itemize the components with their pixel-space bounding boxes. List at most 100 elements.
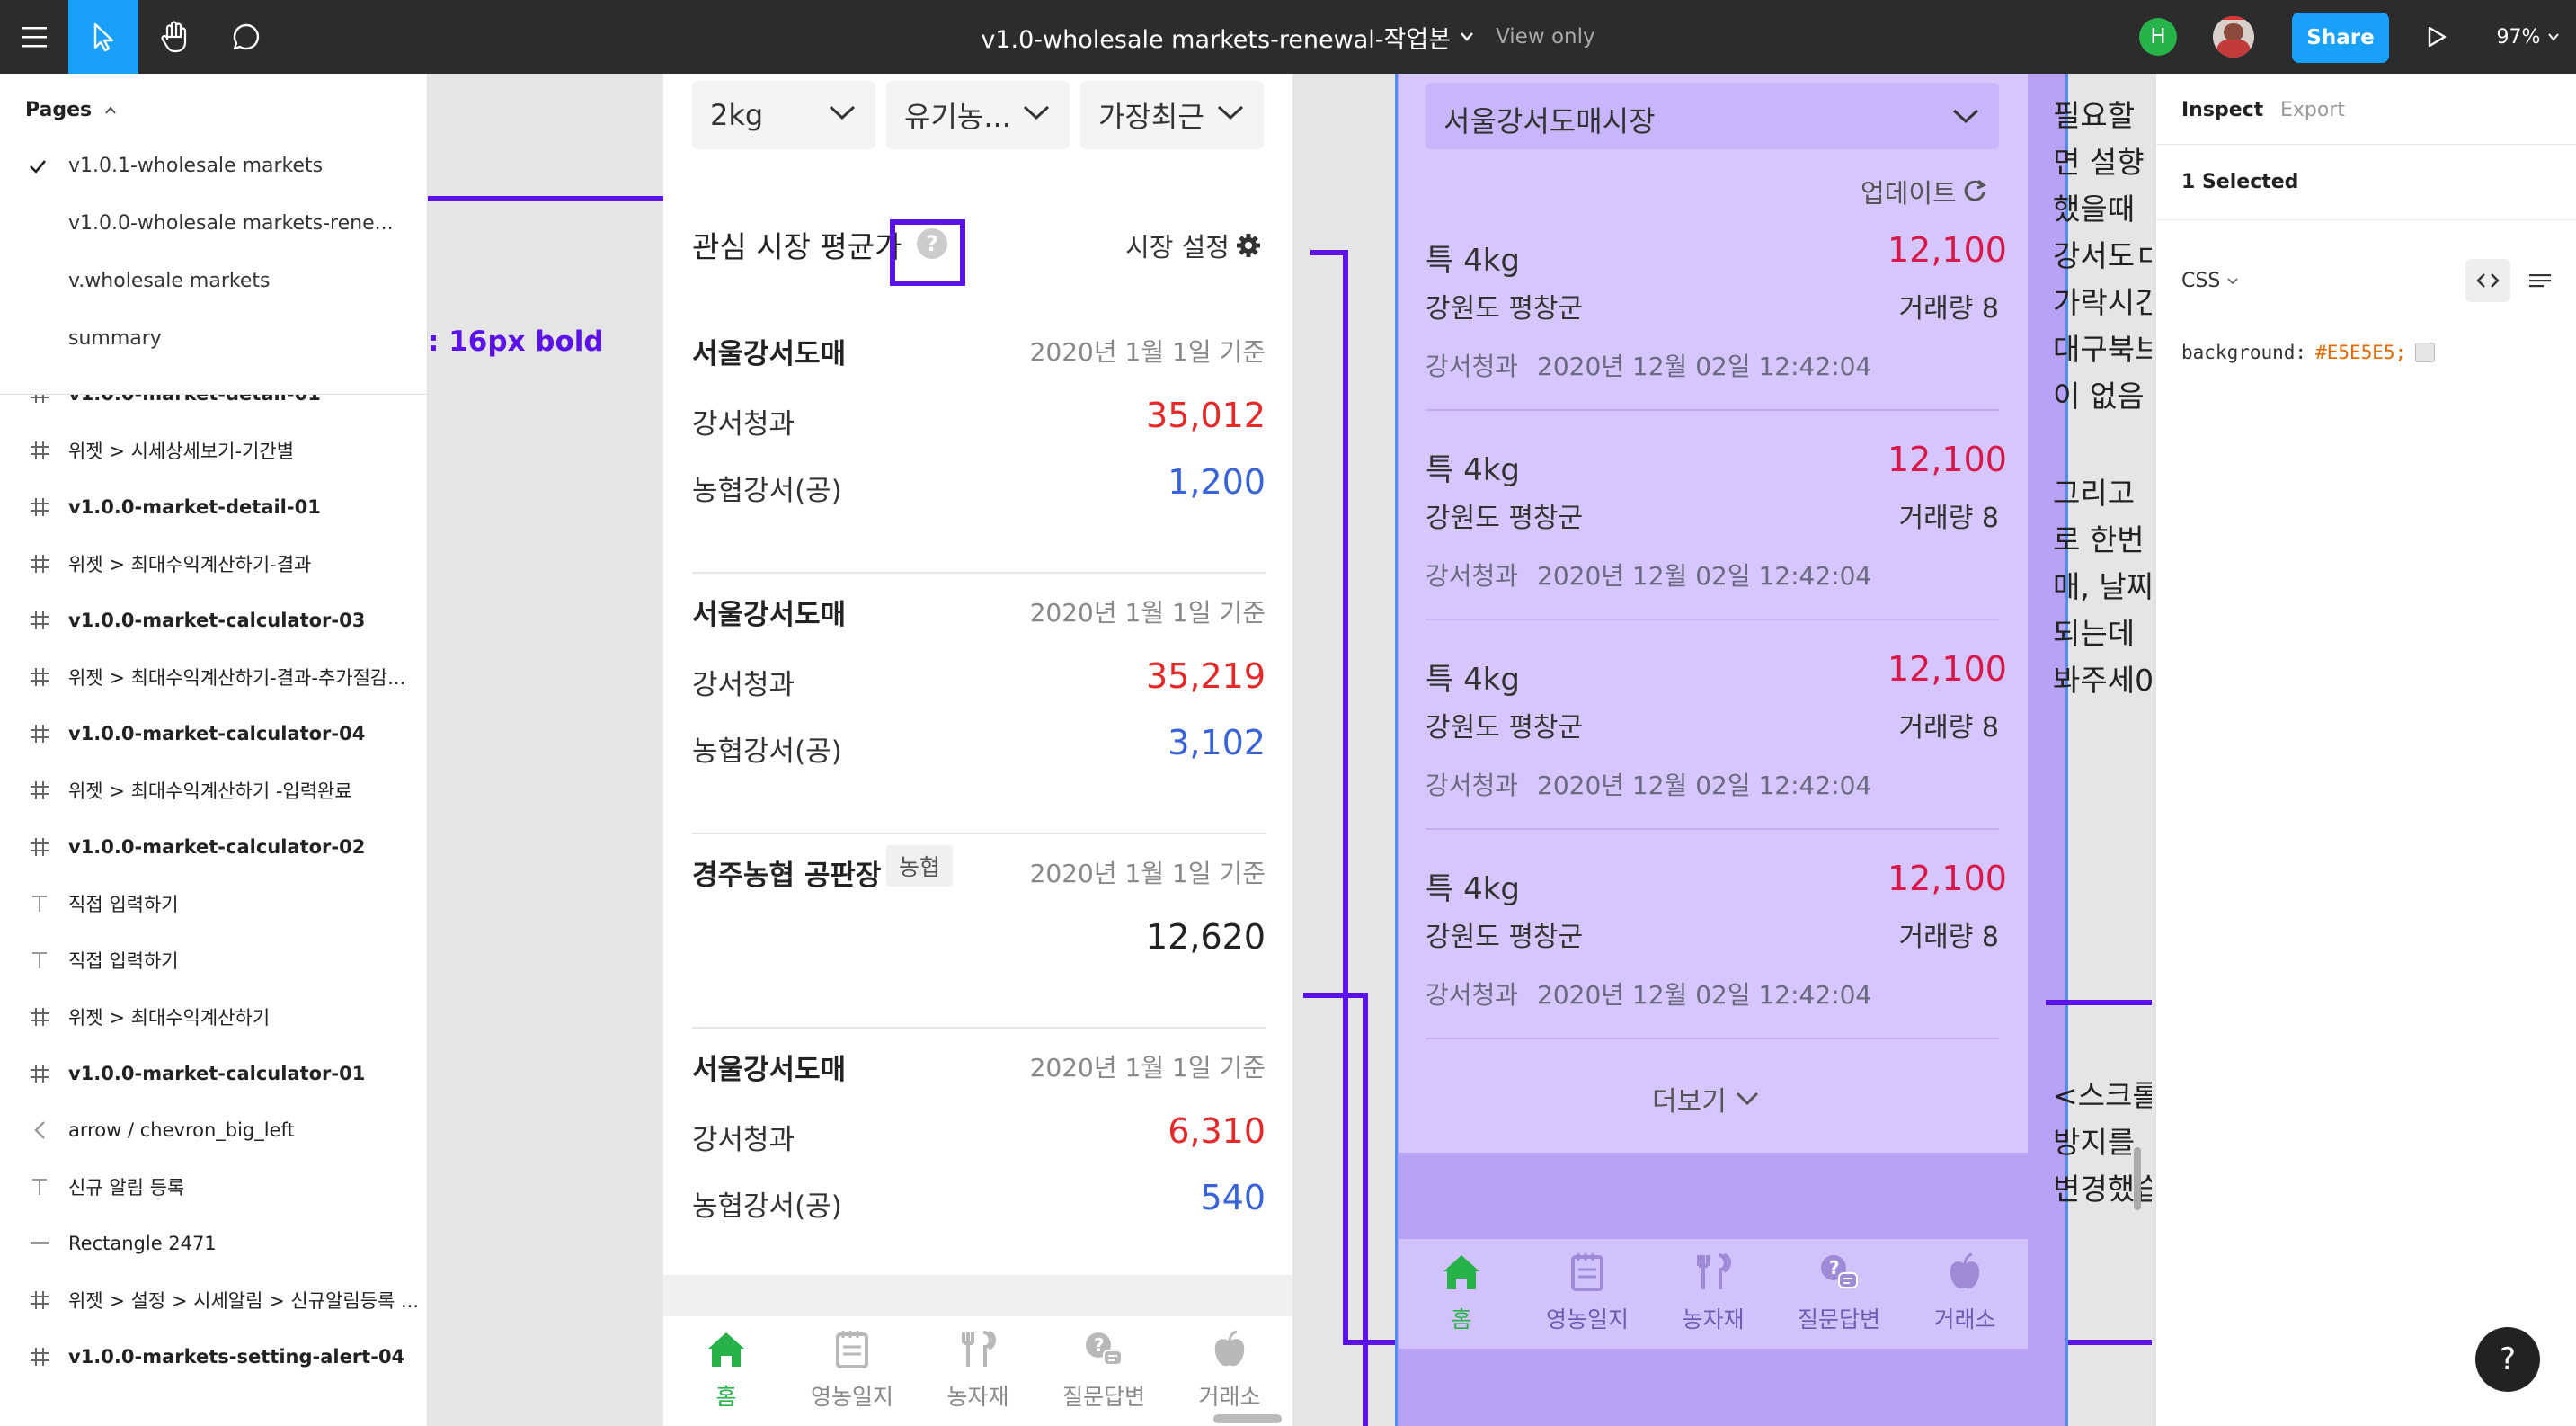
note-text-line: 했을때 — [2053, 192, 2136, 227]
page-item[interactable]: v1.0.1-wholesale markets — [68, 155, 323, 177]
average-price: 35,219 — [1146, 656, 1266, 696]
note-text-line: 매, 날찌 — [2053, 569, 2154, 604]
market-select[interactable]: 서울강서도매시장 — [1426, 83, 1999, 149]
market-tag-badge: 농협 — [886, 845, 954, 887]
frame-icon — [29, 610, 50, 631]
layer-row[interactable]: v1.0.0-market-calculator-02 — [0, 818, 427, 876]
chevron-down-icon — [2548, 33, 2560, 41]
text-icon — [29, 949, 50, 971]
tab-export[interactable]: Export — [2280, 99, 2345, 121]
layer-row[interactable]: v1.0.0-market-calculator-03 — [0, 592, 427, 649]
canvas-scrollbar[interactable] — [2134, 1147, 2141, 1210]
layer-label: v1.0.0-market-detail-01 — [68, 496, 321, 518]
nav-label: 홈 — [1451, 1306, 1472, 1332]
apple-icon — [1943, 1252, 1986, 1293]
layer-label: v1.0.0-markets-setting-alert-04 — [68, 1346, 405, 1368]
selection-count: 1 Selected — [2181, 171, 2299, 193]
layer-row[interactable]: v1.0.0-market-calculator-01 — [0, 1045, 427, 1102]
zoom-control[interactable]: 97% — [2488, 0, 2569, 74]
nav-item-home[interactable]: 홈 — [663, 1316, 789, 1426]
css-value: #E5E5E5; — [2315, 342, 2407, 363]
present-play-icon[interactable] — [2414, 0, 2459, 74]
content-separator — [663, 1275, 1292, 1316]
nav-item-home[interactable]: 홈 — [1399, 1239, 1524, 1349]
sort-select[interactable]: 가장최근 — [1080, 81, 1264, 149]
trade-seller: 강서청과 — [1426, 771, 1519, 800]
average-price: 35,012 — [1146, 396, 1266, 435]
layer-row[interactable]: 직접 입력하기 — [0, 931, 427, 989]
trade-volume: 거래량 8 — [1898, 293, 1999, 325]
page-item[interactable]: v.wholesale markets — [68, 270, 270, 292]
note-text-line: 대구북브 — [2053, 332, 2163, 367]
layer-row[interactable]: v1.0.0-markets-setting-alert-04 — [0, 1328, 427, 1386]
market-date: 2020년 1월 1일 기준 — [1029, 598, 1266, 628]
nav-item-apple[interactable]: 거래소 — [1167, 1316, 1292, 1426]
notebook-icon — [831, 1329, 874, 1370]
layer-row[interactable]: 위젯 > 설정 > 시세알림 > 신규알림등록 ... — [0, 1271, 427, 1329]
layer-row[interactable]: v1.0.0-market-detail-01 — [0, 478, 427, 536]
chevron-down-icon[interactable] — [1460, 31, 1474, 42]
help-button[interactable]: ? — [2475, 1327, 2540, 1392]
weight-select[interactable]: 2kg — [692, 81, 875, 149]
share-button[interactable]: Share — [2292, 13, 2389, 63]
nav-label: 농자재 — [1682, 1306, 1745, 1332]
layer-row[interactable]: 직접 입력하기 — [0, 875, 427, 932]
layer-label: 위젯 > 최대수익계산하기 — [68, 1007, 271, 1029]
divider — [692, 833, 1266, 834]
note-text-line: 되는데 — [2053, 616, 2136, 651]
tools-icon — [1692, 1252, 1735, 1293]
trade-datetime: 2020년 12월 02일 12:42:04 — [1537, 561, 1872, 591]
bottom-nav-purple: 홈 영농일지 농자재 ? 질문답변 거래소 — [1399, 1239, 2028, 1349]
layer-row[interactable]: v1.0.0-market-calculator-04 — [0, 705, 427, 762]
type-select[interactable]: 유기농... — [886, 81, 1070, 149]
note-text-line: 가락시긴 — [2053, 285, 2163, 320]
pages-header[interactable]: Pages — [25, 99, 117, 121]
layer-row[interactable]: 위젯 > 최대수익계산하기-결과-추가절감... — [0, 648, 427, 706]
page-item[interactable]: summary — [68, 327, 162, 350]
trader-name: 농협강서(공) — [692, 1190, 842, 1223]
update-button[interactable]: 업데이트 — [1861, 173, 1987, 210]
nav-item-question-chat[interactable]: ? 질문답변 — [1776, 1239, 1902, 1349]
layer-label: 위젯 > 최대수익계산하기 -입력완료 — [68, 780, 352, 802]
nav-item-apple[interactable]: 거래소 — [1902, 1239, 2028, 1349]
user-avatar-h[interactable]: H — [2139, 18, 2177, 56]
layer-label: v1.0.0-market-calculator-04 — [68, 723, 366, 744]
nav-item-tools[interactable]: 농자재 — [1650, 1239, 1776, 1349]
market-setting-label: 시장 설정 — [1125, 232, 1230, 263]
gear-icon — [1237, 234, 1260, 257]
divider — [1426, 828, 1999, 830]
nav-item-question-chat[interactable]: ? 질문답변 — [1041, 1316, 1167, 1426]
tab-inspect[interactable]: Inspect — [2181, 99, 2263, 121]
more-button[interactable]: 더보기 — [1652, 1079, 1759, 1119]
market-setting-button[interactable]: 시장 설정 — [1125, 227, 1262, 264]
layer-row[interactable]: 위젯 > 최대수익계산하기-결과 — [0, 535, 427, 593]
layer-label: 위젯 > 설정 > 시세알림 > 신규알림등록 ... — [68, 1290, 420, 1312]
layer-row[interactable]: arrow / chevron_big_left — [0, 1101, 427, 1159]
trader-name: 농협강서(공) — [692, 735, 842, 768]
layer-row[interactable]: 위젯 > 최대수익계산하기 -입력완료 — [0, 762, 427, 819]
file-title[interactable]: v1.0-wholesale markets-renewal-작업본 — [981, 20, 1451, 55]
trade-title: 특 4kg — [1426, 871, 1520, 907]
list-view-icon[interactable] — [2518, 259, 2563, 302]
nav-item-tools[interactable]: 농자재 — [915, 1316, 1041, 1426]
market-name: 서울강서도매 — [692, 599, 847, 631]
layer-row[interactable]: 위젯 > 시세상세보기-기간별 — [0, 422, 427, 479]
code-view-icon[interactable] — [2465, 259, 2510, 302]
nav-item-notebook[interactable]: 영농일지 — [789, 1316, 915, 1426]
chevron-left-icon — [29, 1119, 50, 1141]
sort-select-value: 가장최근 — [1098, 100, 1204, 134]
layer-label: 직접 입력하기 — [68, 894, 179, 915]
color-swatch[interactable] — [2415, 343, 2436, 362]
bottom-nav: 홈 영농일지 농자재? 질문답변 거래소 — [663, 1316, 1292, 1426]
frame-guide-line — [1395, 74, 1398, 1426]
code-language-select[interactable]: CSS — [2181, 270, 2238, 292]
zoom-level[interactable]: 97% — [2497, 26, 2541, 49]
nav-item-notebook[interactable]: 영농일지 — [1524, 1239, 1650, 1349]
layer-row[interactable]: Rectangle 2471 — [0, 1215, 427, 1272]
file-title-bar[interactable]: v1.0-wholesale markets-renewal-작업본 View … — [0, 0, 2576, 74]
trader-name: 강서청과 — [692, 1124, 795, 1156]
user-avatar-photo[interactable] — [2213, 16, 2254, 58]
layer-row[interactable]: 신규 알림 등록 — [0, 1158, 427, 1216]
page-item[interactable]: v1.0.0-wholesale markets-rene... — [68, 212, 394, 235]
layer-row[interactable]: 위젯 > 최대수익계산하기 — [0, 988, 427, 1046]
